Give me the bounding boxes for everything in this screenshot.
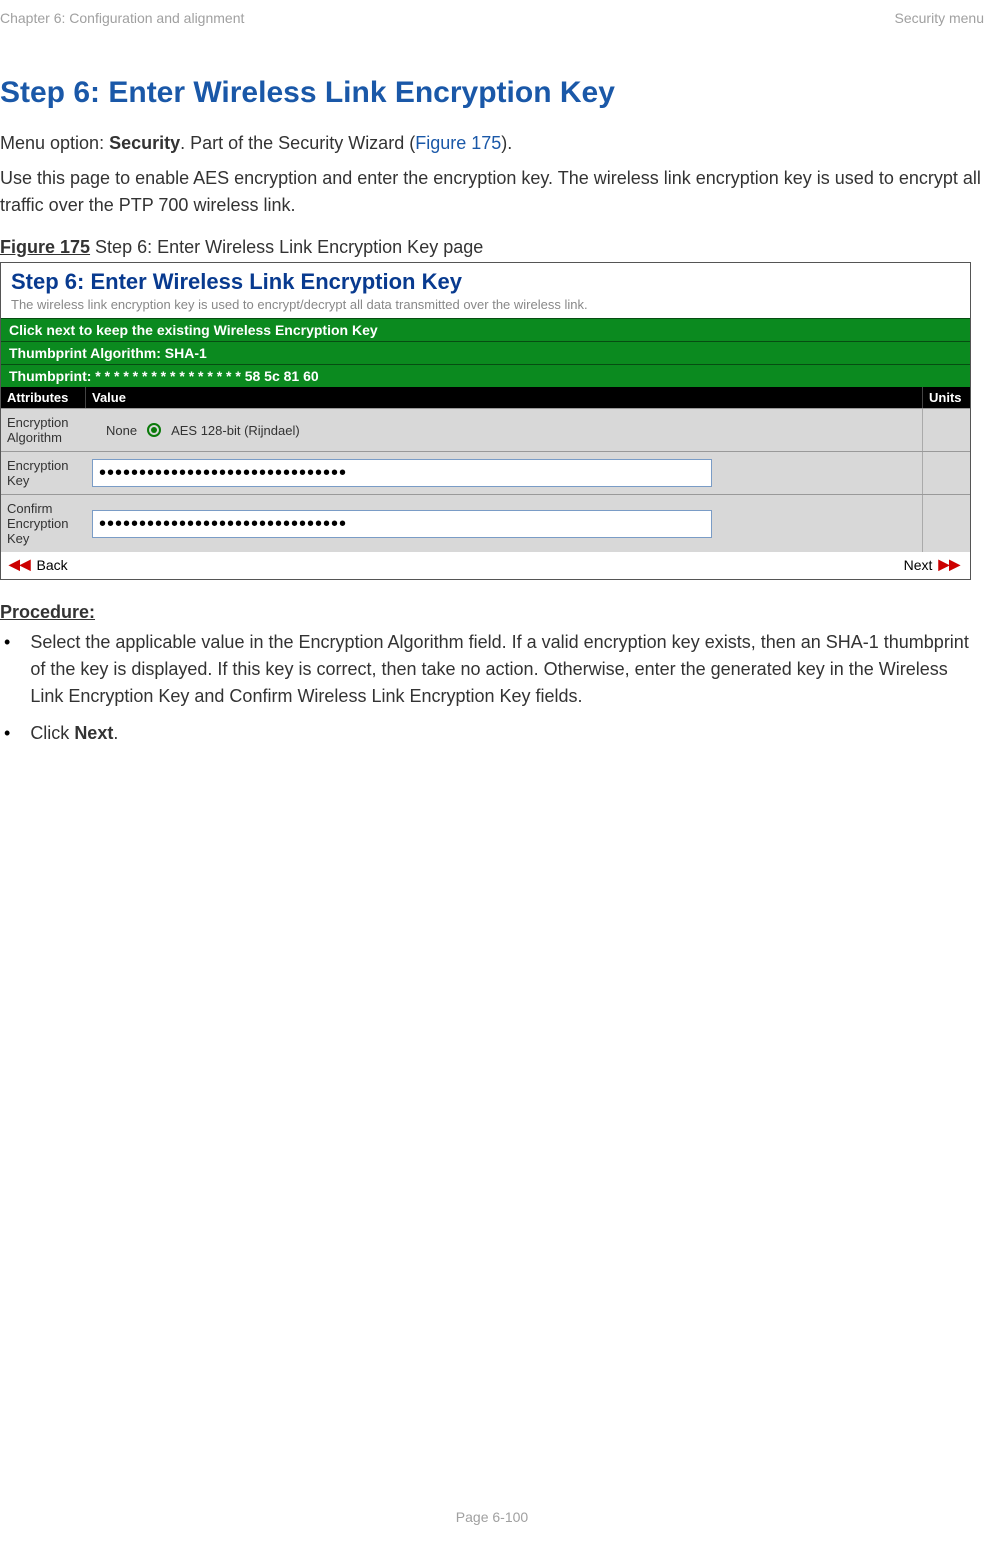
row-label-confirm-key: Confirm Encryption Key	[1, 495, 86, 552]
list-item: Click Next.	[0, 720, 984, 747]
radio-label-none: None	[106, 423, 137, 438]
col-header-attributes: Attributes	[1, 387, 86, 408]
back-button[interactable]: ◀◀ Back	[9, 556, 68, 573]
intro-para-2: Use this page to enable AES encryption a…	[0, 165, 984, 219]
intro-para-1: Menu option: Security. Part of the Secur…	[0, 130, 984, 157]
encryption-key-input[interactable]: •••••••••••••••••••••••••••••••	[92, 459, 712, 487]
radio-aes-128[interactable]	[147, 423, 161, 437]
list-item: Select the applicable value in the Encry…	[0, 629, 984, 710]
next-button[interactable]: Next ▶▶	[904, 556, 960, 573]
table-header-row: Attributes Value Units	[1, 387, 970, 408]
figure-link[interactable]: Figure 175	[415, 133, 501, 153]
page-footer: Page 6-100	[0, 1509, 984, 1525]
col-header-units: Units	[922, 387, 970, 408]
banner-keep-key: Click next to keep the existing Wireless…	[1, 318, 970, 341]
procedure-section: Procedure: Select the applicable value i…	[0, 602, 984, 747]
wizard-step-title: Step 6: Enter Wireless Link Encryption K…	[1, 263, 970, 295]
figure-caption: Figure 175 Step 6: Enter Wireless Link E…	[0, 237, 984, 258]
row-label-algorithm: Encryption Algorithm	[1, 409, 86, 451]
wizard-nav: ◀◀ Back Next ▶▶	[1, 552, 970, 579]
table-row: Encryption Algorithm None AES 128-bit (R…	[1, 408, 970, 451]
table-row: Confirm Encryption Key •••••••••••••••••…	[1, 494, 970, 552]
confirm-encryption-key-input[interactable]: •••••••••••••••••••••••••••••••	[92, 510, 712, 538]
next-text: Next	[74, 723, 113, 743]
screenshot-figure: Step 6: Enter Wireless Link Encryption K…	[0, 262, 971, 580]
banner-thumbprint-algo: Thumbprint Algorithm: SHA-1	[1, 341, 970, 364]
page-header: Chapter 6: Configuration and alignment S…	[0, 0, 984, 36]
figure-label: Figure 175	[0, 237, 90, 257]
table-row: Encryption Key •••••••••••••••••••••••••…	[1, 451, 970, 494]
row-label-key: Encryption Key	[1, 452, 86, 494]
arrow-left-icon: ◀◀	[9, 556, 31, 573]
arrow-right-icon: ▶▶	[938, 556, 960, 573]
wizard-step-subtitle: The wireless link encryption key is used…	[1, 295, 970, 318]
header-left: Chapter 6: Configuration and alignment	[0, 10, 244, 26]
radio-label-aes: AES 128-bit (Rijndael)	[171, 423, 300, 438]
banner-thumbprint: Thumbprint: * * * * * * * * * * * * * * …	[1, 364, 970, 387]
page-title: Step 6: Enter Wireless Link Encryption K…	[0, 76, 984, 110]
header-right: Security menu	[895, 10, 984, 26]
procedure-heading: Procedure:	[0, 602, 984, 623]
col-header-value: Value	[86, 387, 922, 408]
menu-option-security: Security	[109, 133, 180, 153]
